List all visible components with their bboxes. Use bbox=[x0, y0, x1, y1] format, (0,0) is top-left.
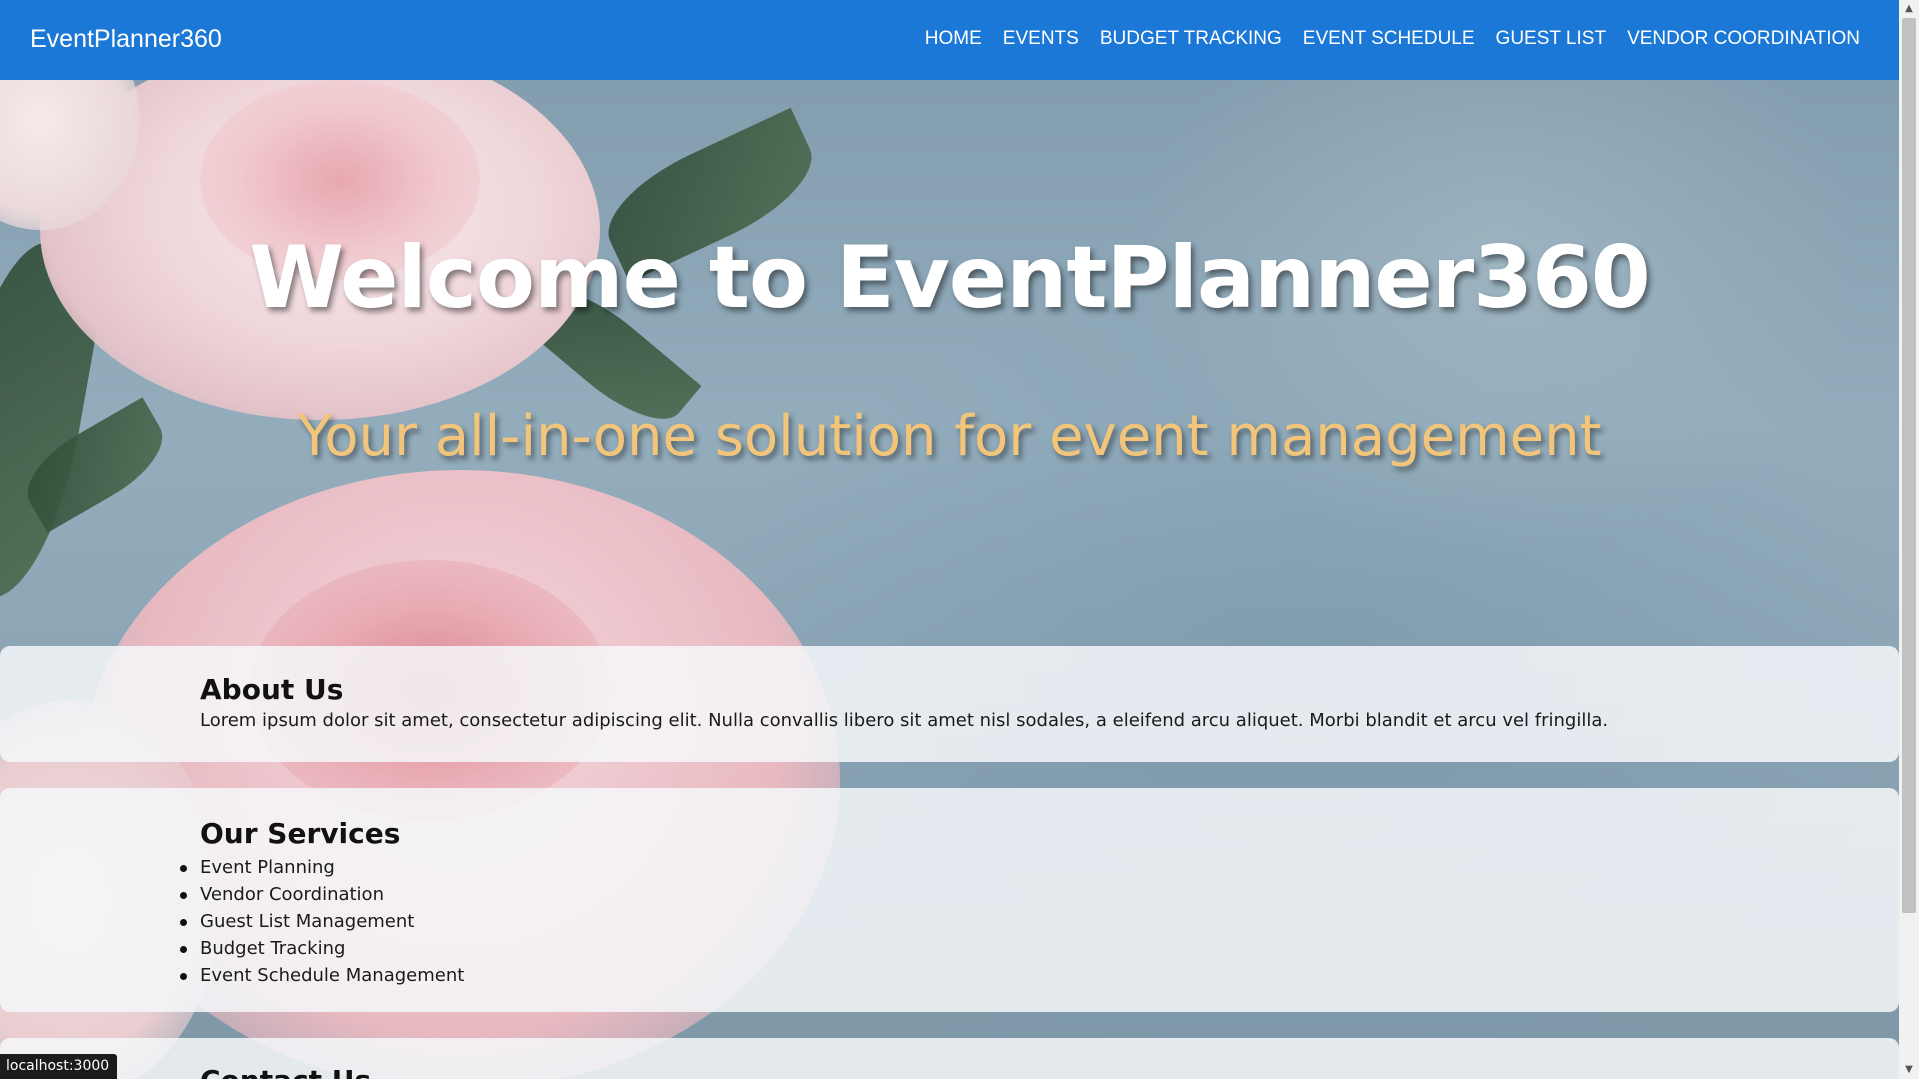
nav-link-vendor-coordination[interactable]: VENDOR COORDINATION bbox=[1627, 28, 1860, 50]
nav-link-events[interactable]: EVENTS bbox=[1003, 28, 1079, 50]
service-item: Budget Tracking bbox=[180, 935, 1899, 962]
nav-link-event-schedule[interactable]: EVENT SCHEDULE bbox=[1303, 28, 1475, 50]
service-item: Event Planning bbox=[180, 854, 1899, 881]
brand-logo-link[interactable]: EventPlanner360 bbox=[30, 25, 222, 54]
hero-title: Welcome to EventPlanner360 bbox=[249, 228, 1650, 328]
nav-link-guest-list[interactable]: GUEST LIST bbox=[1496, 28, 1607, 50]
service-item: Event Schedule Management bbox=[180, 962, 1899, 989]
services-heading: Our Services bbox=[200, 817, 401, 850]
service-item: Guest List Management bbox=[180, 908, 1899, 935]
hero-subtitle: Your all-in-one solution for event manag… bbox=[297, 404, 1602, 469]
scrollbar-thumb[interactable] bbox=[1902, 18, 1916, 913]
scroll-up-arrow-icon[interactable]: ▲ bbox=[1899, 0, 1919, 18]
service-item: Vendor Coordination bbox=[180, 881, 1899, 908]
about-text: Lorem ipsum dolor sit amet, consectetur … bbox=[200, 710, 1609, 731]
services-list: Event Planning Vendor Coordination Guest… bbox=[180, 854, 1899, 989]
top-navbar: EventPlanner360 HOME EVENTS BUDGET TRACK… bbox=[0, 0, 1899, 80]
contact-section: Contact Us bbox=[0, 1038, 1899, 1079]
scroll-down-arrow-icon[interactable]: ▼ bbox=[1899, 1061, 1919, 1079]
contact-heading: Contact Us bbox=[200, 1064, 1899, 1079]
page-scrollbar[interactable]: ▲ ▼ bbox=[1899, 0, 1919, 1079]
about-section: About Us Lorem ipsum dolor sit amet, con… bbox=[0, 646, 1899, 762]
about-heading: About Us bbox=[200, 673, 344, 706]
nav-link-home[interactable]: HOME bbox=[925, 28, 982, 50]
services-section: Our Services Event Planning Vendor Coord… bbox=[0, 788, 1899, 1012]
nav-link-budget-tracking[interactable]: BUDGET TRACKING bbox=[1100, 28, 1282, 50]
status-bar-url: localhost:3000 bbox=[0, 1054, 118, 1079]
nav-links: HOME EVENTS BUDGET TRACKING EVENT SCHEDU… bbox=[925, 28, 1860, 50]
